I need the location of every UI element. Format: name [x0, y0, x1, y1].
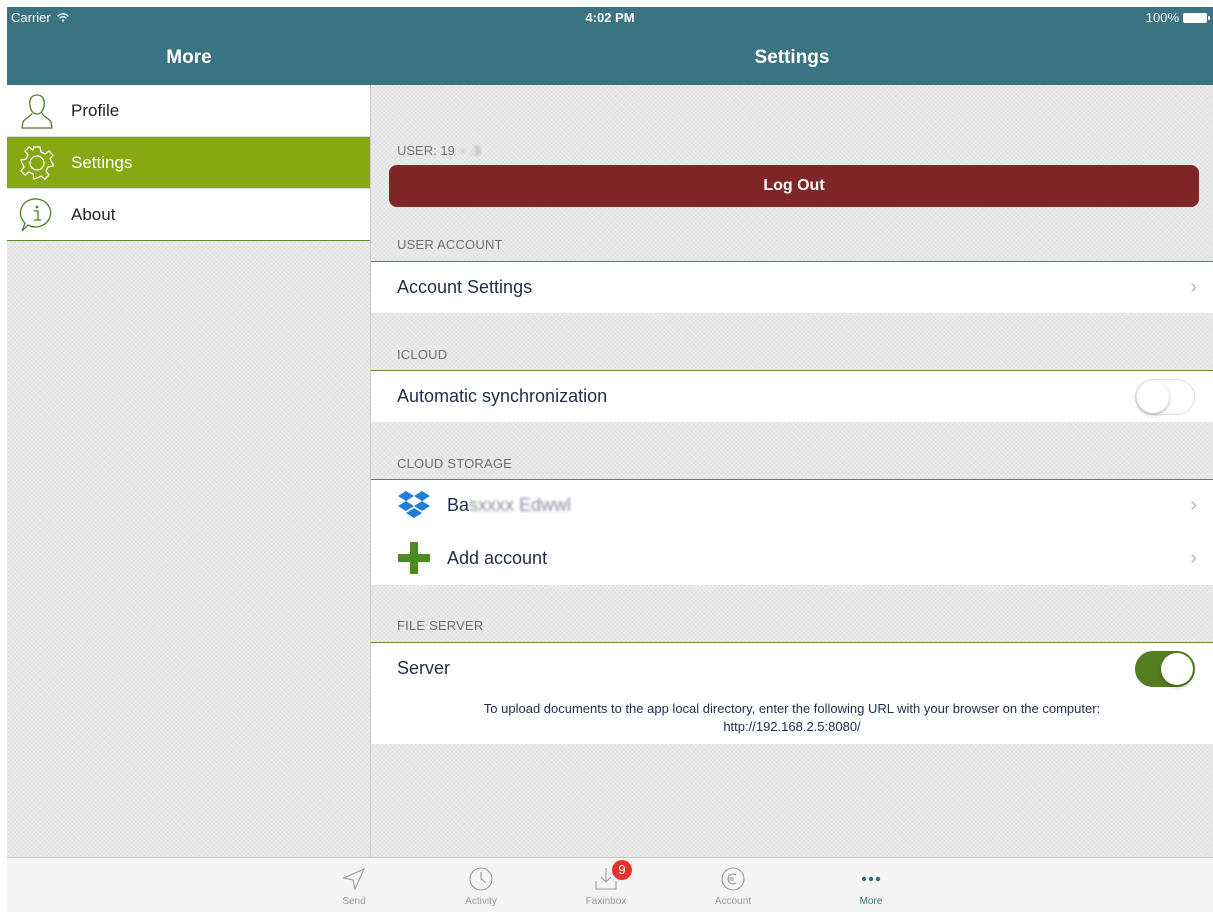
- clock-icon: [441, 864, 521, 894]
- split-divider: [370, 85, 371, 865]
- faxinbox-badge: 9: [612, 860, 632, 880]
- sidebar-item-label: Profile: [71, 100, 120, 120]
- chevron-right-icon: ›: [1190, 494, 1197, 516]
- status-bar: Carrier 4:02 PM 100%: [7, 7, 1213, 29]
- server-label: Server: [397, 658, 451, 678]
- add-account-row[interactable]: Add account ›: [371, 531, 1213, 585]
- dropbox-account-name: Ba: [447, 495, 470, 515]
- tab-label: More: [859, 896, 883, 907]
- server-note-line1: To upload documents to the app local dir…: [483, 701, 1101, 716]
- sidebar-item-label: Settings: [71, 152, 133, 172]
- tab-label: Faxinbox: [585, 896, 627, 907]
- add-account-label: Add account: [447, 547, 548, 568]
- toggle-knob: [1137, 380, 1169, 413]
- sidebar-title: More: [166, 47, 212, 68]
- profile-icon: [7, 85, 67, 137]
- section-header-file-server: FILE SERVER: [397, 618, 484, 633]
- top-bar: Carrier 4:02 PM 100% More Settings: [7, 7, 1213, 85]
- tab-label: Send: [342, 896, 366, 907]
- tab-activity[interactable]: Activity: [441, 864, 521, 907]
- automatic-sync-row: Automatic synchronization: [371, 370, 1213, 422]
- sidebar-item-profile[interactable]: Profile: [7, 85, 370, 137]
- tab-bar: Send Activity 9 Faxinbox Account More: [7, 857, 1213, 912]
- toggle-knob: [1161, 652, 1193, 685]
- dropbox-icon: [397, 490, 431, 522]
- account-settings-row[interactable]: Account Settings ›: [371, 261, 1213, 313]
- status-time: 4:02 PM: [585, 10, 635, 25]
- sidebar-item-settings[interactable]: Settings: [7, 137, 370, 189]
- gear-icon: [7, 137, 67, 189]
- automatic-sync-toggle[interactable]: [1135, 378, 1195, 415]
- sidebar-item-about[interactable]: About: [7, 189, 370, 241]
- tab-send[interactable]: Send: [314, 864, 394, 907]
- chevron-right-icon: ›: [1190, 276, 1197, 298]
- battery-icon: [1183, 12, 1210, 23]
- send-icon: [314, 864, 394, 894]
- automatic-sync-label: Automatic synchronization: [397, 386, 608, 406]
- battery-indicator: 100%: [1145, 10, 1210, 25]
- tab-more[interactable]: More: [831, 864, 911, 907]
- section-header-icloud: ICLOUD: [397, 347, 448, 362]
- user-label: USER: 19 ~ .3: [397, 143, 481, 158]
- battery-percent: 100%: [1145, 10, 1179, 25]
- dropbox-account-row[interactable]: Basxxxx Edwwl ›: [371, 479, 1213, 531]
- tab-label: Activity: [465, 896, 497, 907]
- euro-coin-icon: [693, 864, 773, 894]
- server-url: http://192.168.2.5:8080/: [723, 719, 861, 734]
- server-row: Server: [371, 642, 1213, 694]
- inbox-download-icon: 9: [566, 860, 646, 894]
- server-toggle[interactable]: [1135, 650, 1195, 687]
- ipad-screen: Carrier 4:02 PM 100% More Settings Profi…: [7, 7, 1213, 912]
- more-dots-icon: [831, 864, 911, 894]
- sidebar: Profile Settings About: [7, 85, 370, 241]
- server-note: To upload documents to the app local dir…: [371, 694, 1213, 744]
- info-icon: [7, 189, 67, 241]
- section-header-user-account: USER ACCOUNT: [397, 237, 503, 252]
- page-title: Settings: [754, 47, 830, 68]
- user-label-text: USER: 19: [397, 143, 455, 158]
- dropbox-account-label: Basxxxx Edwwl: [447, 495, 572, 515]
- logout-button[interactable]: Log Out: [389, 165, 1199, 207]
- sidebar-item-label: About: [71, 204, 116, 224]
- tab-account[interactable]: Account: [693, 864, 773, 907]
- plus-icon: [397, 541, 431, 575]
- tab-label: Account: [714, 896, 752, 907]
- chevron-right-icon: ›: [1190, 546, 1197, 569]
- section-header-cloud-storage: CLOUD STORAGE: [397, 456, 513, 471]
- account-settings-label: Account Settings: [397, 277, 533, 297]
- tab-faxinbox[interactable]: 9 Faxinbox: [566, 860, 646, 907]
